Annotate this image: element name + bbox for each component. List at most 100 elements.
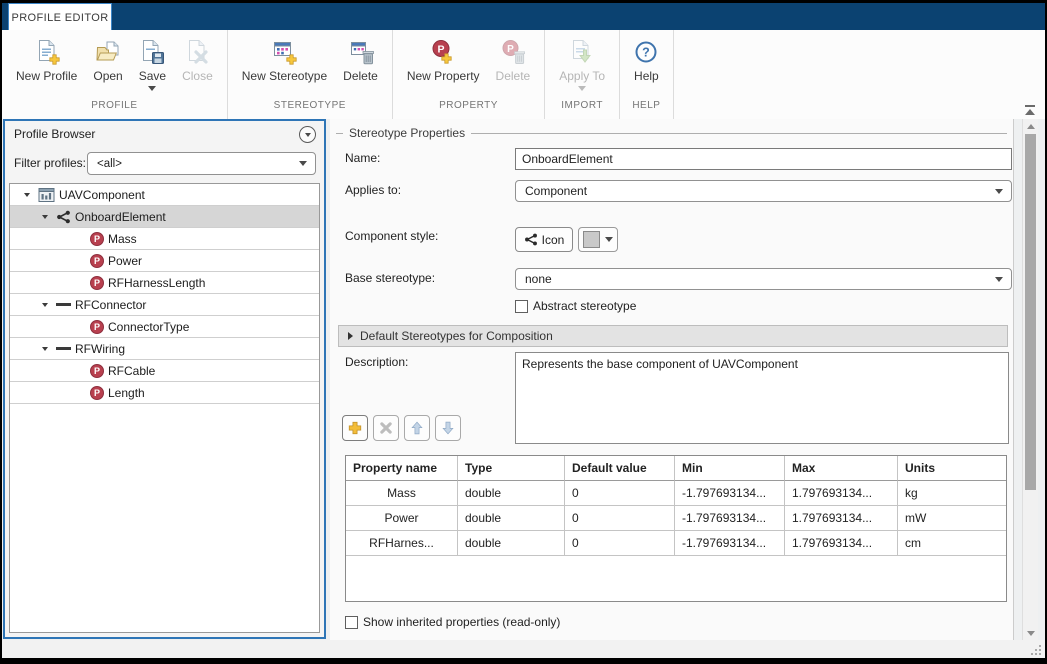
properties-table: Property name Type Default value Min Max… — [345, 455, 1007, 602]
tree-item-mass[interactable]: P Mass — [10, 228, 319, 250]
table-cell[interactable]: mW — [898, 506, 1006, 531]
scroll-down-button[interactable] — [1023, 626, 1038, 640]
save-button[interactable]: Save — [135, 35, 170, 92]
table-cell[interactable]: Power — [346, 506, 458, 531]
scroll-up-button[interactable] — [1023, 119, 1038, 133]
svg-text:P: P — [507, 44, 514, 55]
new-property-button[interactable]: P New Property — [403, 35, 484, 84]
new-stereotype-button[interactable]: New Stereotype — [238, 35, 331, 84]
tree-item-rfwiring[interactable]: RFWiring — [10, 338, 319, 360]
expander-icon[interactable] — [22, 193, 31, 197]
scrollbar-thumb[interactable] — [1025, 134, 1036, 490]
column-header[interactable]: Max — [785, 456, 898, 481]
tree-item-uavcomponent[interactable]: UAVComponent — [10, 184, 319, 206]
tree-item-label: RFConnector — [75, 298, 146, 312]
show-inherited-checkbox[interactable] — [345, 616, 358, 629]
arrow-down-icon — [439, 419, 457, 437]
add-property-button[interactable] — [342, 415, 368, 441]
description-field[interactable] — [515, 352, 1009, 444]
table-cell[interactable]: -1.797693134... — [675, 506, 785, 531]
tree-item-connectortype[interactable]: P ConnectorType — [10, 316, 319, 338]
tree-item-label: Length — [108, 386, 145, 400]
tree-item-label: RFCable — [108, 364, 155, 378]
base-stereotype-dropdown[interactable]: none — [515, 268, 1012, 290]
close-button[interactable]: Close — [178, 35, 217, 84]
stereotype-properties-title: Stereotype Properties — [343, 126, 471, 140]
table-row[interactable]: RFHarnes... double 0 -1.797693134... 1.7… — [346, 531, 1006, 556]
toolstrip-section-profile: New Profile Open — [2, 30, 228, 119]
tree-item-label: ConnectorType — [108, 320, 189, 334]
table-cell[interactable]: double — [458, 531, 565, 556]
new-profile-button[interactable]: New Profile — [12, 35, 81, 84]
save-dropdown-caret-icon[interactable] — [148, 86, 156, 91]
delete-stereotype-button[interactable]: Delete — [339, 35, 382, 84]
table-row[interactable]: Mass double 0 -1.797693134... 1.79769313… — [346, 481, 1006, 506]
tree-item-power[interactable]: P Power — [10, 250, 319, 272]
icon-style-button[interactable]: Icon — [515, 227, 573, 252]
vertical-scrollbar[interactable] — [1022, 119, 1038, 640]
section-label-help: HELP — [620, 100, 673, 119]
table-cell[interactable]: RFHarnes... — [346, 531, 458, 556]
move-up-button[interactable] — [404, 415, 430, 441]
section-label-stereotype: STEREOTYPE — [228, 100, 392, 119]
applies-to-dropdown[interactable]: Component — [515, 180, 1012, 202]
table-cell[interactable]: 1.797693134... — [785, 531, 898, 556]
name-label: Name: — [345, 151, 380, 165]
connector-stereotype-icon — [56, 303, 71, 306]
column-header[interactable]: Units — [898, 456, 1006, 481]
table-cell[interactable]: -1.797693134... — [675, 481, 785, 506]
remove-property-button[interactable] — [373, 415, 399, 441]
column-header[interactable]: Min — [675, 456, 785, 481]
apply-to-icon — [569, 36, 595, 68]
tree-item-length[interactable]: P Length — [10, 382, 319, 404]
name-field[interactable] — [515, 148, 1012, 170]
table-cell[interactable]: 1.797693134... — [785, 506, 898, 531]
column-header[interactable]: Type — [458, 456, 565, 481]
table-row[interactable]: Power double 0 -1.797693134... 1.7976931… — [346, 506, 1006, 531]
tab-label: PROFILE EDITOR — [11, 12, 108, 24]
resize-grip[interactable] — [1030, 644, 1041, 655]
abstract-stereotype-checkbox[interactable] — [515, 300, 528, 313]
open-button[interactable]: Open — [89, 35, 126, 84]
table-cell[interactable]: 0 — [565, 531, 675, 556]
move-down-button[interactable] — [435, 415, 461, 441]
component-stereotype-icon — [524, 233, 538, 246]
minimize-toolstrip-button[interactable] — [1023, 105, 1037, 115]
table-cell[interactable]: double — [458, 481, 565, 506]
expander-icon[interactable] — [40, 347, 49, 351]
table-cell[interactable]: cm — [898, 531, 1006, 556]
apply-to-dropdown-caret-icon[interactable] — [578, 86, 586, 91]
toolstrip: New Profile Open — [2, 30, 1045, 120]
status-bar — [2, 640, 1045, 658]
column-header[interactable]: Default value — [565, 456, 675, 481]
abstract-stereotype-label: Abstract stereotype — [533, 299, 636, 313]
table-cell[interactable]: -1.797693134... — [675, 531, 785, 556]
table-cell[interactable]: 1.797693134... — [785, 481, 898, 506]
profile-icon — [38, 187, 55, 203]
expander-icon[interactable] — [40, 303, 49, 307]
panel-menu-button[interactable] — [299, 126, 316, 143]
tree-item-onboardelement[interactable]: OnboardElement — [10, 206, 319, 228]
table-cell[interactable]: 0 — [565, 506, 675, 531]
tree-item-rfcable[interactable]: P RFCable — [10, 360, 319, 382]
default-stereotypes-expander[interactable]: Default Stereotypes for Composition — [338, 325, 1008, 347]
delete-property-button[interactable]: P Delete — [492, 35, 535, 84]
table-cell[interactable]: kg — [898, 481, 1006, 506]
tree-item-label: Mass — [108, 232, 137, 246]
column-header[interactable]: Property name — [346, 456, 458, 481]
table-cell[interactable]: double — [458, 506, 565, 531]
tab-profile-editor[interactable]: PROFILE EDITOR — [8, 3, 112, 31]
help-button[interactable]: ? Help — [630, 35, 663, 84]
expander-icon[interactable] — [40, 215, 49, 219]
plus-icon — [345, 418, 365, 438]
tree-item-rfharnesslength[interactable]: P RFHarnessLength — [10, 272, 319, 294]
chevron-down-icon — [995, 277, 1003, 282]
filter-profiles-dropdown[interactable]: <all> — [87, 152, 316, 175]
color-picker-button[interactable] — [578, 227, 618, 252]
tree-item-rfconnector[interactable]: RFConnector — [10, 294, 319, 316]
table-cell[interactable]: Mass — [346, 481, 458, 506]
apply-to-button[interactable]: Apply To — [555, 35, 609, 92]
svg-text:P: P — [438, 43, 445, 55]
show-inherited-label: Show inherited properties (read-only) — [363, 615, 560, 629]
table-cell[interactable]: 0 — [565, 481, 675, 506]
